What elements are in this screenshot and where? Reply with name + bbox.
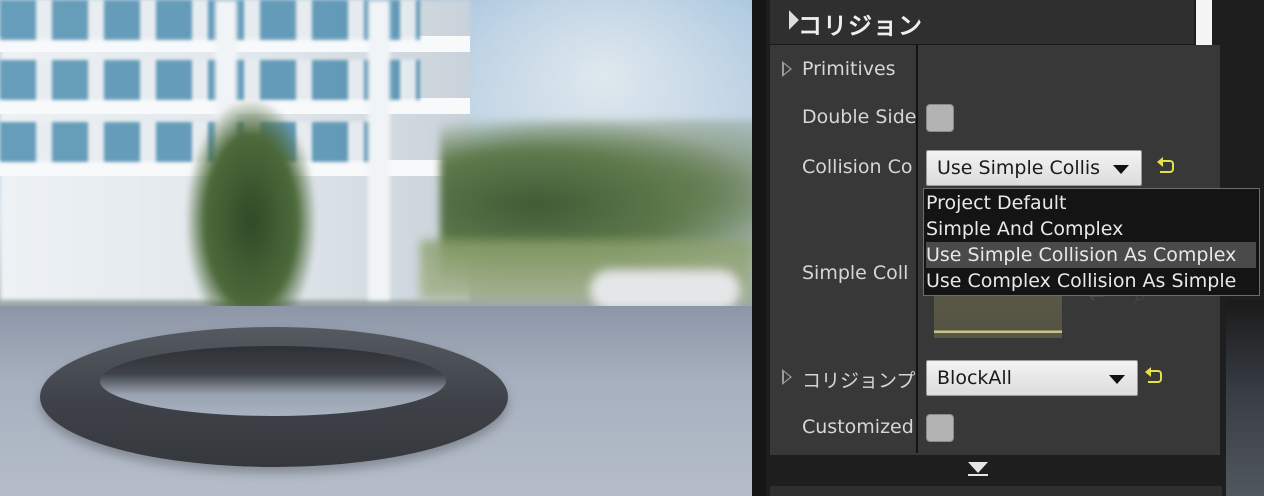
collision-complexity-dropdown[interactable]: Use Simple Collis xyxy=(926,150,1142,186)
background-tree xyxy=(186,100,316,320)
show-advanced-bar xyxy=(968,474,988,476)
building-windows xyxy=(0,60,420,100)
next-section-header[interactable] xyxy=(770,486,1222,496)
building-pillar xyxy=(368,0,390,300)
chevron-down-icon xyxy=(1113,165,1129,174)
collision-complexity-value: Use Simple Collis xyxy=(937,157,1101,179)
primitives-row[interactable]: Primitives xyxy=(770,54,1220,86)
customized-row: Customized xyxy=(770,412,1220,444)
collision-presets-label: コリジョンプ xyxy=(802,370,916,392)
chevron-down-icon xyxy=(1109,375,1125,384)
adjacent-panel-thumbnail xyxy=(1226,300,1264,496)
chevron-down-icon[interactable] xyxy=(968,462,988,473)
section-title: コリジョン xyxy=(798,12,923,40)
menu-item-use-simple-as-complex[interactable]: Use Simple Collision As Complex xyxy=(926,242,1256,268)
customized-checkbox[interactable] xyxy=(926,414,954,442)
collision-section-header[interactable]: コリジョン xyxy=(770,0,1194,45)
customized-label: Customized xyxy=(802,416,914,438)
expander-icon[interactable] xyxy=(782,61,792,77)
reset-to-default-icon[interactable] xyxy=(1157,157,1176,174)
double-sided-label: Double Side xyxy=(802,106,917,128)
background-car xyxy=(590,270,740,310)
panel-splitter[interactable] xyxy=(752,0,766,496)
collision-presets-dropdown[interactable]: BlockAll xyxy=(926,360,1138,396)
collision-complexity-menu: Project Default Simple And Complex Use S… xyxy=(923,188,1260,296)
expander-icon[interactable] xyxy=(782,369,792,385)
menu-item-project-default[interactable]: Project Default xyxy=(926,190,1256,216)
double-sided-checkbox[interactable] xyxy=(926,104,954,132)
collision-complexity-label: Collision Co xyxy=(802,156,913,178)
level-viewport[interactable] xyxy=(0,0,752,496)
simple-collision-label: Simple Coll xyxy=(802,262,909,284)
building-windows xyxy=(0,0,420,40)
double-sided-row: Double Side xyxy=(770,102,1220,134)
ring-mesh-hole xyxy=(100,346,446,416)
simple-collision-thumbnail[interactable] xyxy=(934,296,1062,338)
menu-item-use-complex-as-simple[interactable]: Use Complex Collision As Simple xyxy=(926,268,1256,294)
primitives-label: Primitives xyxy=(802,58,896,80)
reset-to-default-icon[interactable] xyxy=(1145,367,1164,384)
menu-item-simple-and-complex[interactable]: Simple And Complex xyxy=(926,216,1256,242)
collision-presets-value: BlockAll xyxy=(937,367,1012,389)
